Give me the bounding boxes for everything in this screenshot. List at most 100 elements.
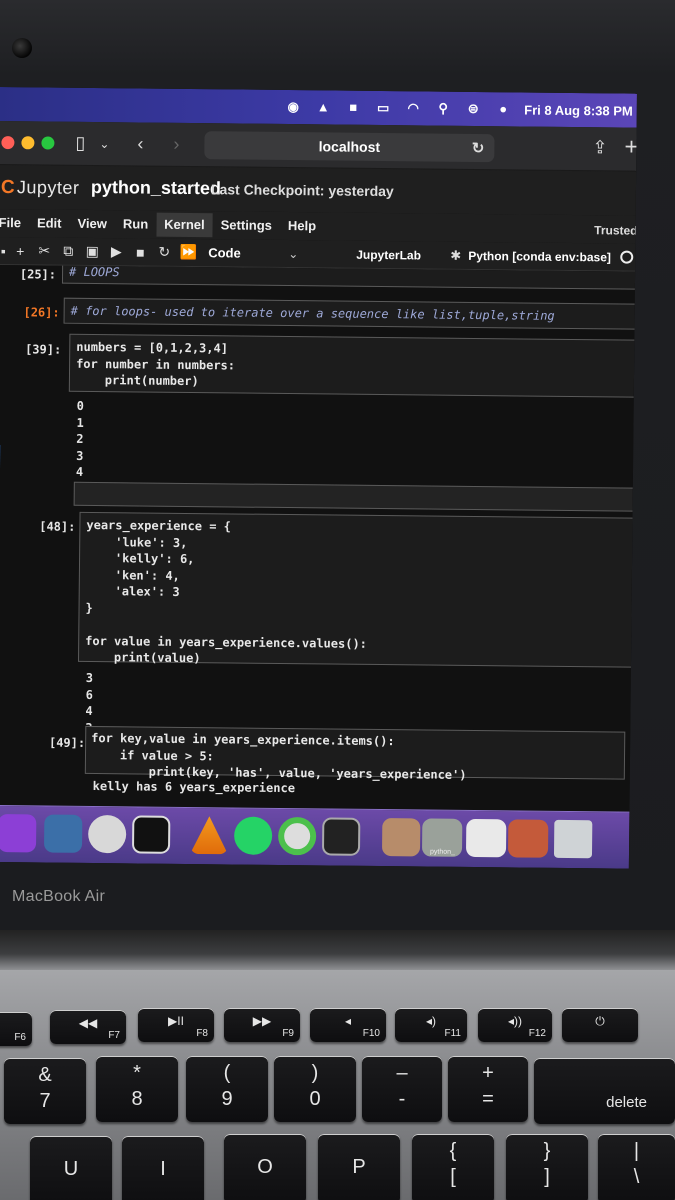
notebook-title[interactable]: python_started [91, 177, 221, 199]
jupyterlab-link[interactable]: JupyterLab [356, 248, 421, 263]
key-backslash[interactable]: | \ [598, 1134, 675, 1200]
chatgpt-app-icon[interactable] [87, 814, 127, 854]
cut-icon[interactable]: ✂ [32, 242, 56, 259]
key-open-bracket[interactable]: {[ [412, 1134, 494, 1200]
cell-prompt: [26]: [23, 305, 60, 320]
podcasts-app-icon[interactable] [0, 814, 37, 853]
fast-forward-icon[interactable]: ⏩ [176, 244, 200, 261]
menubar-clock[interactable]: Fri 8 Aug 8:38 PM [524, 102, 633, 118]
browser-toolbar: ▯ ⌄ ‹ › localhost ↻ ⇪ + [0, 120, 637, 172]
trash-icon[interactable] [553, 819, 593, 859]
menu-edit[interactable]: Edit [29, 211, 70, 235]
minimize-window-button[interactable] [21, 136, 35, 150]
key-7[interactable]: & 7 [4, 1058, 86, 1124]
power-icon: ⏻ [595, 1014, 605, 1028]
key-f6[interactable]: F6 [0, 1012, 32, 1046]
menu-kernel[interactable]: Kernel [156, 212, 213, 238]
stop-icon[interactable]: ■ [128, 244, 152, 260]
mysql-workbench-app-icon[interactable] [43, 814, 83, 853]
key-equals[interactable]: + = [448, 1056, 528, 1122]
key-f7[interactable]: ◀◀ F7 [50, 1010, 126, 1044]
key-8[interactable]: * 8 [96, 1056, 178, 1122]
key-f12[interactable]: ◂)) F12 [478, 1008, 552, 1042]
key-delete[interactable]: delete [534, 1058, 675, 1124]
key-f8[interactable]: ▶II F8 [138, 1008, 214, 1042]
menu-file[interactable]: File [0, 211, 29, 235]
key-f11[interactable]: ◂) F11 [395, 1008, 467, 1042]
terminal-app-icon[interactable] [321, 817, 361, 856]
empty-code-cell[interactable] [73, 481, 636, 512]
sidebar-icon[interactable]: ▯ [70, 133, 90, 154]
python-window-thumbnail[interactable]: python_ [421, 818, 463, 857]
jupyter-wordmark: Jupyter [16, 177, 80, 198]
battery-icon[interactable]: ▭ [374, 100, 392, 115]
menu-run[interactable]: Run [115, 212, 157, 236]
save-icon[interactable]: ▪ [0, 242, 8, 259]
code-cell[interactable]: # for loops- used to iterate over a sequ… [63, 297, 636, 331]
run-icon[interactable]: ▶ [104, 243, 128, 260]
menu-view[interactable]: View [69, 212, 115, 236]
forward-icon[interactable]: › [166, 134, 186, 155]
cell-output: 0 1 2 3 4 [75, 398, 84, 479]
back-icon[interactable]: ‹ [130, 133, 150, 154]
copy-icon[interactable]: ⧉ [56, 243, 80, 260]
key-power[interactable]: ⏻ [562, 1008, 638, 1042]
code-cell[interactable]: numbers = [0,1,2,3,4] for number in numb… [68, 333, 636, 398]
key-p[interactable]: P [318, 1134, 400, 1200]
key-0[interactable]: ) 0 [274, 1056, 356, 1122]
menu-settings[interactable]: Settings [213, 213, 281, 238]
openai-app-icon[interactable] [131, 815, 171, 854]
document-thumbnail[interactable] [465, 818, 507, 858]
spotlight-search-icon[interactable]: ⚲ [434, 101, 452, 116]
kernel-gear-icon[interactable]: ✱ [450, 248, 461, 264]
cell-code: years_experience = { 'luke': 3, 'kelly':… [84, 517, 368, 666]
whatsapp-app-icon[interactable] [233, 816, 273, 855]
insert-cell-icon[interactable]: + [8, 243, 32, 259]
car-icon[interactable]: ■ [344, 100, 362, 115]
jupyter-header: C Jupyter python_started Last Checkpoint… [0, 164, 637, 216]
url-text: localhost [318, 138, 381, 155]
zoom-window-button[interactable] [41, 136, 55, 150]
activity-app-icon[interactable] [277, 816, 317, 856]
cell-prompt: [39]: [25, 342, 62, 357]
cell-type-select[interactable]: Code [208, 245, 288, 261]
vlc-menubar-icon[interactable]: ▲ [314, 99, 332, 114]
address-bar[interactable]: localhost ↻ [204, 131, 495, 163]
key-minus[interactable]: – - [362, 1056, 442, 1122]
webcam [12, 38, 32, 58]
key-close-bracket[interactable]: }] [506, 1134, 588, 1200]
chevron-down-icon[interactable]: ⌄ [94, 136, 114, 151]
key-9[interactable]: (9 [186, 1056, 268, 1122]
paste-icon[interactable]: ▣ [80, 243, 104, 260]
vlc-app-icon[interactable] [190, 816, 228, 854]
laptop-screen: ◉ ▲ ■ ▭ ◠ ⚲ ⊜ ● Fri 8 Aug 8:38 PM ▯ ⌄ ‹ … [0, 87, 637, 869]
notebook-area: [25]: # LOOPS [26]: # for loops- used to… [0, 264, 636, 812]
key-i[interactable]: I [122, 1136, 204, 1200]
menu-help[interactable]: Help [280, 214, 324, 238]
kernel-name[interactable]: Python [conda env:base] [468, 249, 611, 264]
share-icon[interactable]: ⇪ [592, 137, 607, 158]
chevron-down-icon[interactable]: ⌄ [288, 247, 298, 261]
code-cell[interactable]: for key,value in years_experience.items(… [84, 725, 626, 782]
laptop-brand: MacBook Air [12, 888, 106, 905]
new-tab-icon[interactable]: + [624, 134, 637, 162]
cell-code: numbers = [0,1,2,3,4] for number in numb… [75, 339, 236, 389]
code-cell[interactable]: years_experience = { 'luke': 3, 'kelly':… [77, 511, 636, 668]
trusted-indicator[interactable]: Trusted [594, 223, 637, 237]
wifi-icon[interactable]: ◠ [404, 100, 422, 115]
siri-color-icon[interactable]: ● [494, 101, 512, 116]
kernel-idle-icon [620, 250, 634, 264]
photo-thumbnail-icon[interactable] [381, 818, 421, 857]
close-window-button[interactable] [1, 136, 15, 150]
control-center-icon[interactable]: ⊜ [464, 101, 482, 116]
key-f10[interactable]: ◂ F10 [310, 1008, 386, 1042]
reload-icon[interactable]: ↻ [472, 139, 485, 157]
key-u[interactable]: U [30, 1136, 112, 1200]
key-o[interactable]: O [224, 1134, 306, 1200]
siri-icon[interactable]: ◉ [284, 99, 302, 114]
restart-icon[interactable]: ↻ [152, 244, 176, 261]
cell-prompt: [48]: [39, 519, 76, 534]
image-thumbnail[interactable] [507, 819, 549, 858]
key-f9[interactable]: ▶▶ F9 [224, 1008, 300, 1042]
cell-prompt: [49]: [48, 735, 86, 750]
